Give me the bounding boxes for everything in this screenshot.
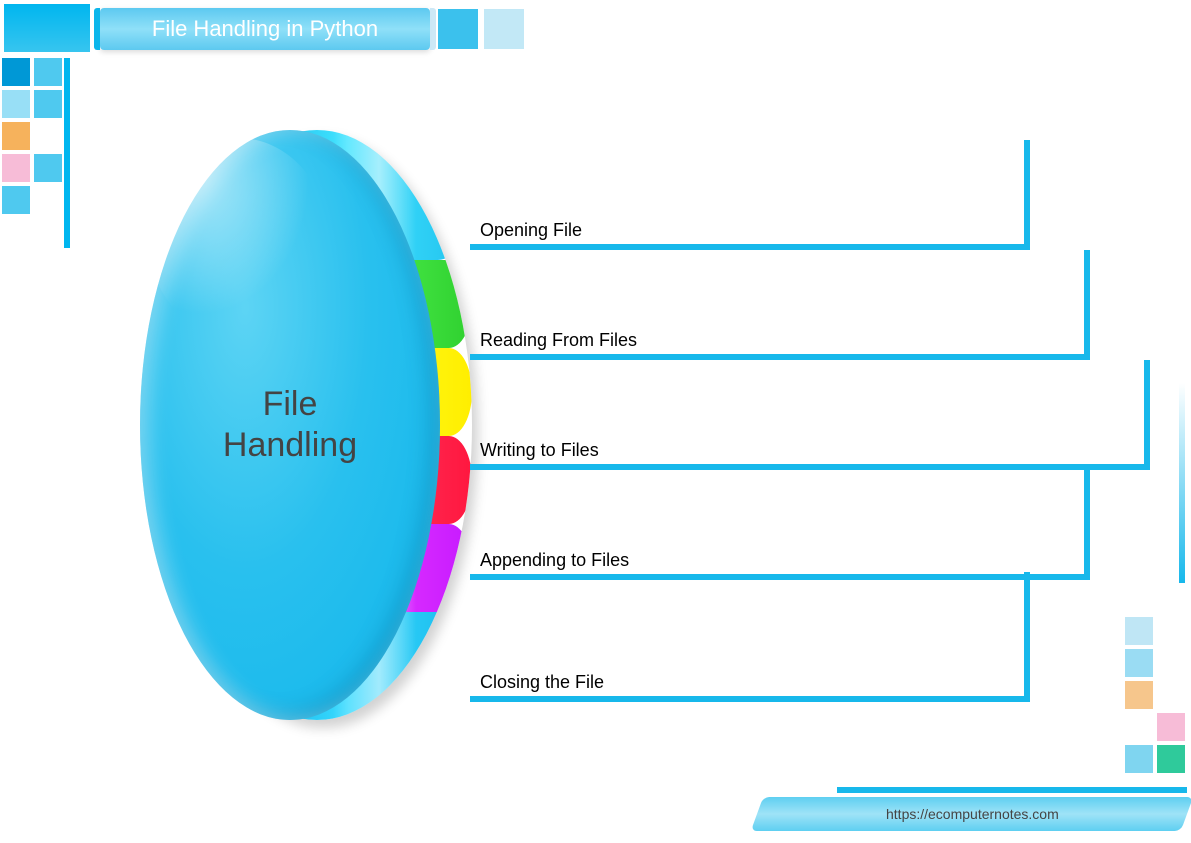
disc-front: File Handling [140, 130, 440, 720]
deco-square [1125, 649, 1153, 677]
disc-label-line1: File [263, 385, 318, 423]
header-bar: File Handling in Python [100, 8, 524, 50]
branch-label: Writing to Files [480, 440, 599, 461]
deco-square [1157, 713, 1185, 741]
deco-big-square [4, 4, 90, 52]
deco-grid-bottom-right [1125, 617, 1185, 773]
deco-square [1125, 617, 1153, 645]
footer-bar: https://ecomputernotes.com [751, 797, 1191, 831]
branch-label: Appending to Files [480, 550, 629, 571]
deco-square [2, 90, 30, 118]
deco-square [1125, 681, 1153, 709]
disc-center-label: File Handling [223, 384, 357, 466]
footer-rail [837, 787, 1187, 793]
deco-vertical-rail [64, 58, 70, 248]
title-text: File Handling in Python [152, 16, 378, 41]
disc-diagram: File Handling [140, 130, 450, 730]
deco-square [2, 154, 30, 182]
deco-square [1125, 745, 1153, 773]
deco-square [1157, 745, 1185, 773]
deco-top-left [4, 4, 94, 52]
deco-square [34, 154, 62, 182]
page-title: File Handling in Python [100, 8, 430, 50]
branch-label: Opening File [480, 220, 582, 241]
deco-grid-top-left [2, 58, 62, 214]
header-accent-block [438, 9, 478, 49]
disc-label-line2: Handling [223, 426, 357, 464]
branch-label: Closing the File [480, 672, 604, 693]
deco-square [2, 186, 30, 214]
deco-square [2, 58, 30, 86]
footer-url: https://ecomputernotes.com [886, 806, 1059, 822]
deco-vertical-rail-right [1179, 383, 1185, 583]
deco-square [34, 58, 62, 86]
header-accent-block-light [484, 9, 524, 49]
deco-square [34, 90, 62, 118]
branch-label: Reading From Files [480, 330, 637, 351]
deco-square [2, 122, 30, 150]
